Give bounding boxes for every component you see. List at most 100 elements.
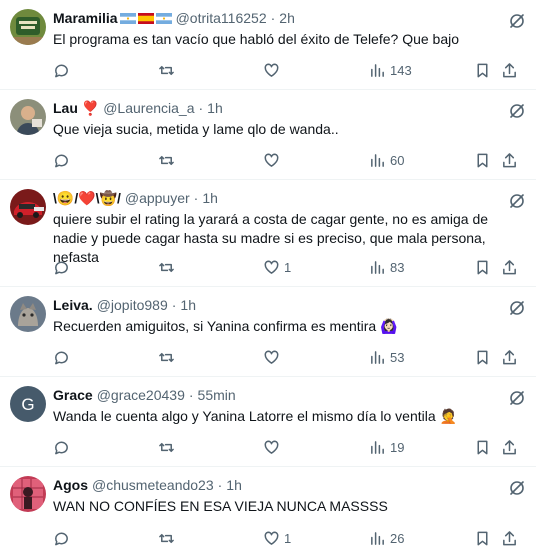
like-button[interactable]: [263, 348, 284, 366]
timestamp[interactable]: 1h: [226, 477, 242, 493]
view-count: 26: [390, 530, 405, 546]
handle[interactable]: @chusmeteando23: [92, 477, 214, 493]
action-bar: 53: [53, 348, 526, 366]
action-bar: 60: [53, 151, 526, 169]
share-button[interactable]: [501, 151, 518, 169]
avatar[interactable]: [10, 189, 46, 225]
views-button[interactable]: 19: [369, 438, 404, 456]
avatar[interactable]: [10, 9, 46, 45]
reply-button[interactable]: [53, 348, 74, 366]
timestamp[interactable]: 55min: [198, 387, 236, 403]
bookmark-button[interactable]: [474, 151, 491, 169]
tweet[interactable]: Leiva. @jopito989 · 1h Recuerden amiguit…: [0, 287, 536, 377]
tweet-text: El programa es tan vacío que habló del é…: [53, 31, 460, 47]
reply-button[interactable]: [53, 61, 74, 79]
tweet[interactable]: G Grace @grace20439 · 55min Wanda le cue…: [0, 377, 536, 467]
share-button[interactable]: [501, 348, 518, 366]
tweet-text: Recuerden amiguitos, si Yanina confirma …: [53, 318, 398, 334]
action-bar: 1 83: [53, 258, 526, 276]
reply-button[interactable]: [53, 151, 74, 169]
retweet-button[interactable]: [158, 529, 179, 547]
avatar[interactable]: [10, 476, 46, 512]
tweet[interactable]: Maramilia @otrita116252 · 2h El programa…: [0, 0, 536, 90]
display-name[interactable]: \😀/❤️\🤠/: [53, 190, 121, 207]
reply-button[interactable]: [53, 438, 74, 456]
handle[interactable]: @otrita116252: [176, 10, 267, 26]
argentina-flag-icon: [155, 12, 172, 24]
handle[interactable]: @appuyer: [125, 190, 190, 206]
grok-icon[interactable]: [508, 389, 526, 407]
views-button[interactable]: 60: [369, 151, 404, 169]
tweet[interactable]: Lau ❣️ @Laurencia_a · 1h Que vieja sucia…: [0, 90, 536, 180]
handle[interactable]: @Laurencia_a: [103, 100, 194, 116]
retweet-button[interactable]: [158, 258, 179, 276]
share-button[interactable]: [501, 438, 518, 456]
reply-button[interactable]: [53, 258, 74, 276]
tweet[interactable]: \😀/❤️\🤠/ @appuyer · 1h quiere subir el r…: [0, 180, 536, 287]
avatar-letter: G: [21, 395, 34, 414]
retweet-button[interactable]: [158, 151, 179, 169]
share-button[interactable]: [501, 529, 518, 547]
views-button[interactable]: 143: [369, 61, 412, 79]
views-button[interactable]: 83: [369, 258, 404, 276]
tweet[interactable]: Agos @chusmeteando23 · 1h WAN NO CONFÍES…: [0, 467, 536, 557]
bookmark-button[interactable]: [474, 529, 491, 547]
bookmark-button[interactable]: [474, 61, 491, 79]
display-name[interactable]: Leiva.: [53, 297, 93, 313]
action-bar: 143: [53, 61, 526, 79]
timestamp[interactable]: 1h: [180, 297, 196, 313]
bookmark-button[interactable]: [474, 438, 491, 456]
view-count: 19: [390, 439, 405, 455]
display-name[interactable]: Maramilia: [53, 10, 118, 26]
like-button[interactable]: 1: [263, 258, 291, 276]
grok-icon[interactable]: [508, 12, 526, 30]
display-name[interactable]: Grace: [53, 387, 93, 403]
argentina-flag-icon: [119, 12, 136, 24]
reply-feed: Maramilia @otrita116252 · 2h El programa…: [0, 0, 536, 559]
separator-dot: ·: [188, 387, 194, 403]
tweet-text: Wanda le cuenta algo y Yanina Latorre el…: [53, 408, 457, 424]
display-name[interactable]: Agos: [53, 477, 88, 493]
view-count: 83: [390, 259, 405, 275]
view-count: 60: [390, 152, 405, 168]
like-button[interactable]: [263, 151, 284, 169]
bookmark-button[interactable]: [474, 258, 491, 276]
grok-icon[interactable]: [508, 299, 526, 317]
like-button[interactable]: [263, 61, 284, 79]
retweet-button[interactable]: [158, 438, 179, 456]
timestamp[interactable]: 1h: [202, 190, 218, 206]
views-button[interactable]: 26: [369, 529, 404, 547]
timestamp[interactable]: 2h: [279, 10, 295, 26]
reply-button[interactable]: [53, 529, 74, 547]
separator-dot: ·: [217, 477, 223, 493]
tweet-text: Que vieja sucia, metida y lame qlo de wa…: [53, 121, 339, 137]
avatar[interactable]: [10, 296, 46, 332]
share-button[interactable]: [501, 258, 518, 276]
avatar[interactable]: G: [10, 386, 46, 422]
views-button[interactable]: 53: [369, 348, 404, 366]
share-button[interactable]: [501, 61, 518, 79]
separator-dot: ·: [193, 190, 199, 206]
like-button[interactable]: 1: [263, 529, 291, 547]
spain-flag-icon: [137, 12, 154, 24]
handle[interactable]: @jopito989: [97, 297, 168, 313]
grok-icon[interactable]: [508, 192, 526, 210]
bookmark-button[interactable]: [474, 348, 491, 366]
separator-dot: ·: [198, 100, 204, 116]
separator-dot: ·: [171, 297, 177, 313]
flag-emojis: [119, 12, 172, 24]
like-button[interactable]: [263, 438, 284, 456]
action-bar: 1 26: [53, 529, 526, 547]
handle[interactable]: @grace20439: [97, 387, 185, 403]
like-count: 1: [284, 259, 292, 275]
retweet-button[interactable]: [158, 348, 179, 366]
separator-dot: ·: [270, 10, 276, 26]
tweet-text: WAN NO CONFÍES EN ESA VIEJA NUNCA MASSSS: [53, 498, 388, 514]
grok-icon[interactable]: [508, 102, 526, 120]
retweet-button[interactable]: [158, 61, 179, 79]
avatar[interactable]: [10, 99, 46, 135]
display-name[interactable]: Lau ❣️: [53, 100, 99, 117]
action-bar: 19: [53, 438, 526, 456]
grok-icon[interactable]: [508, 479, 526, 497]
timestamp[interactable]: 1h: [207, 100, 223, 116]
